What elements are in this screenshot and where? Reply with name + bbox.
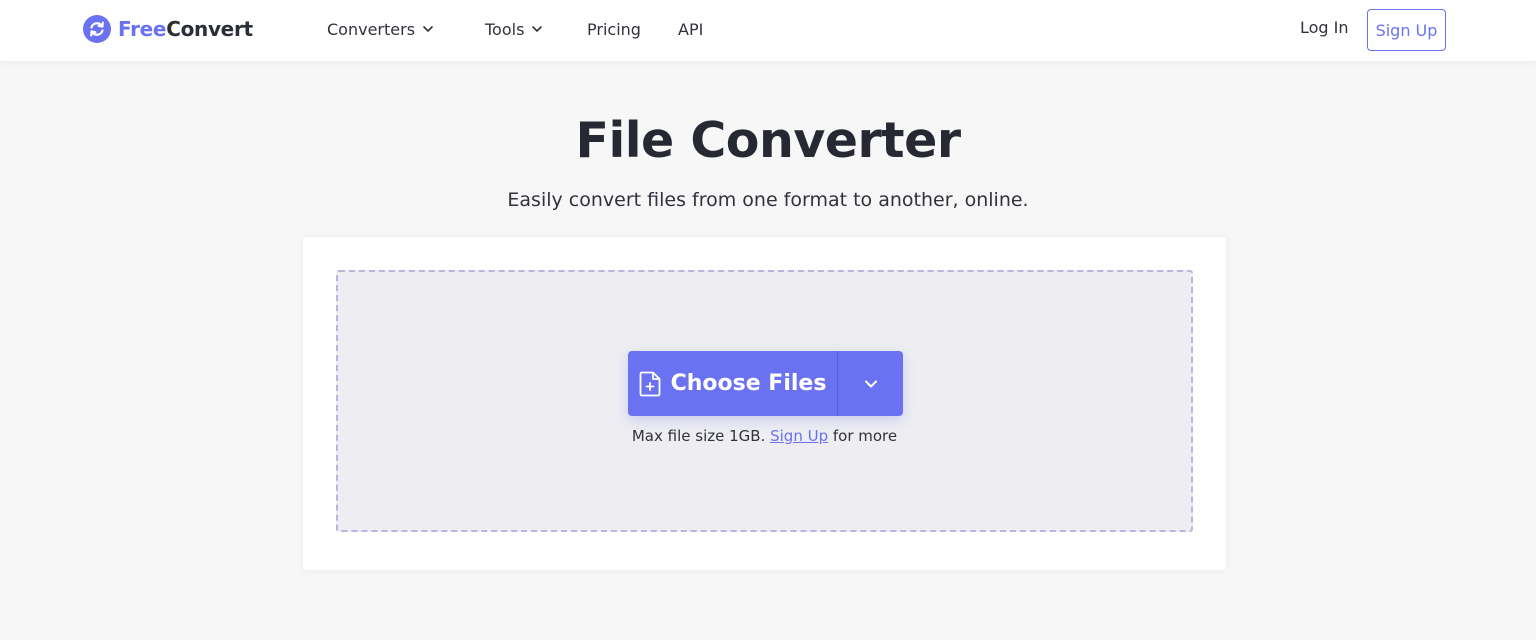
login-link[interactable]: Log In	[1300, 18, 1349, 37]
choose-files-label: Choose Files	[670, 371, 827, 396]
chevron-down-icon	[423, 26, 433, 32]
nav-pricing-label: Pricing	[587, 19, 641, 39]
nav-api[interactable]: API	[678, 17, 703, 41]
signup-button[interactable]: Sign Up	[1367, 9, 1446, 51]
convert-logo-icon	[83, 15, 111, 43]
site-header: FreeConvert Converters Tools Pricing API…	[0, 0, 1536, 61]
chevron-down-icon	[864, 380, 877, 387]
nav-api-label: API	[678, 19, 704, 39]
max-file-size-note: Max file size 1GB. Sign Up for more	[338, 427, 1191, 445]
size-note-prefix: Max file size 1GB.	[631, 427, 771, 445]
nav-pricing[interactable]: Pricing	[587, 17, 641, 41]
file-dropzone[interactable]: Choose Files Max file size 1GB. Sign Up …	[336, 270, 1193, 532]
logo-text-convert: Convert	[166, 17, 253, 41]
nav-converters[interactable]: Converters	[327, 17, 434, 41]
nav-tools[interactable]: Tools	[485, 17, 543, 41]
nav-converters-label: Converters	[327, 19, 416, 39]
page-subtitle: Easily convert files from one format to …	[507, 189, 1029, 211]
upload-source-dropdown-button[interactable]	[838, 351, 903, 416]
upload-card: Choose Files Max file size 1GB. Sign Up …	[303, 237, 1226, 570]
page-title: File Converter	[575, 112, 961, 169]
choose-files-button[interactable]: Choose Files	[628, 351, 837, 416]
logo-text: FreeConvert	[118, 15, 253, 43]
choose-files-group: Choose Files	[628, 351, 903, 416]
size-note-suffix: for more	[828, 427, 898, 445]
logo[interactable]: FreeConvert	[83, 15, 253, 43]
file-add-icon	[639, 371, 660, 396]
logo-text-free: Free	[118, 17, 167, 41]
nav-tools-label: Tools	[485, 19, 525, 39]
chevron-down-icon	[532, 26, 543, 32]
signup-inline-link[interactable]: Sign Up	[770, 427, 828, 445]
